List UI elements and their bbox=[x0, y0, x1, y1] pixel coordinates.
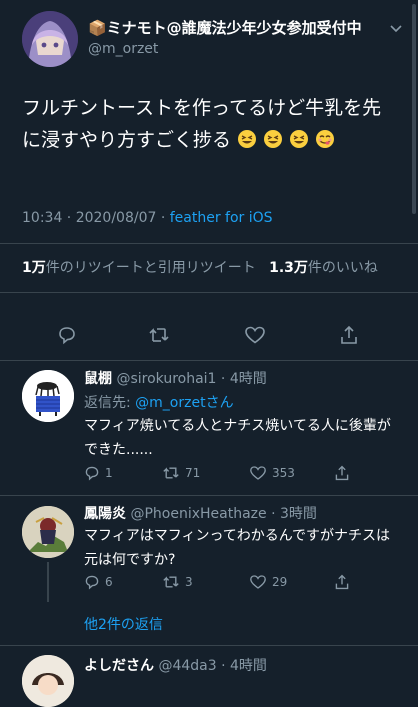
scrollbar[interactable] bbox=[412, 4, 416, 214]
reply-author-name[interactable]: 鳳陽炎 bbox=[84, 506, 126, 522]
reply-to-line: 返信先: @m_orzetさん bbox=[84, 392, 234, 412]
divider bbox=[0, 360, 418, 361]
tweet-actions bbox=[0, 318, 418, 352]
reply-reply-count: 6 bbox=[105, 575, 113, 589]
reply-author-line: 鳳陽炎 @PhoenixHeathaze · 3時間 bbox=[84, 503, 317, 523]
grinning-squint-emoji-icon bbox=[237, 129, 257, 151]
share-icon bbox=[335, 465, 349, 481]
like-stats[interactable]: 1.3万件のいいね bbox=[269, 260, 378, 276]
author-avatar[interactable] bbox=[22, 11, 78, 67]
client-link[interactable]: feather for iOS bbox=[170, 210, 273, 226]
retweet-button[interactable] bbox=[142, 318, 176, 352]
reply-like-button[interactable]: 353 bbox=[249, 465, 295, 481]
tweet-stats: 1万件のリツイートと引用リツイート 1.3万件のいいね bbox=[22, 257, 378, 277]
reply-author-name[interactable]: 鼠棚 bbox=[84, 371, 112, 387]
retweet-stats[interactable]: 1万件のリツイートと引用リツイート bbox=[22, 260, 256, 276]
reply-actions: 6 3 29 bbox=[84, 574, 384, 594]
reply-like-count: 29 bbox=[272, 575, 288, 589]
reply-like-button[interactable]: 29 bbox=[249, 574, 287, 590]
retweet-stats-label: 件のリツイートと引用リツイート bbox=[45, 260, 256, 276]
reply-icon bbox=[59, 327, 75, 345]
divider bbox=[0, 645, 418, 646]
author-handle[interactable]: @m_orzet bbox=[88, 41, 158, 57]
reply-reply-button[interactable]: 1 bbox=[84, 465, 113, 481]
tweet-text: フルチントーストを作ってるけど牛乳を先に浸すやり方すごく捗る bbox=[22, 92, 394, 156]
reply-to-label: 返信先: bbox=[84, 395, 136, 411]
reply-icon bbox=[85, 575, 99, 590]
reply-handle-time[interactable]: @PhoenixHeathaze · 3時間 bbox=[130, 506, 316, 522]
share-icon bbox=[341, 325, 357, 344]
reply-actions: 1 71 353 bbox=[84, 465, 384, 485]
tweet-meta: 10:34 · 2020/08/07 · feather for iOS bbox=[22, 210, 273, 226]
reply-retweet-count: 3 bbox=[185, 575, 193, 589]
heart-icon bbox=[250, 466, 266, 480]
divider bbox=[0, 243, 418, 244]
reply-share-button[interactable] bbox=[334, 574, 350, 590]
reply-button[interactable] bbox=[50, 318, 84, 352]
like-button[interactable] bbox=[238, 318, 272, 352]
reply-avatar[interactable] bbox=[22, 655, 74, 707]
author-name[interactable]: 📦ミナモト@誰魔法少年少女参加受付中 bbox=[88, 17, 362, 38]
like-count: 1.3万 bbox=[269, 260, 308, 276]
retweet-icon bbox=[163, 576, 179, 588]
heart-icon bbox=[245, 326, 265, 344]
retweet-count: 1万 bbox=[22, 260, 46, 276]
reply-author-name[interactable]: よしださん bbox=[84, 658, 154, 674]
reply-retweet-count: 71 bbox=[185, 466, 201, 480]
reply-avatar[interactable] bbox=[22, 370, 74, 422]
reply-reply-button[interactable]: 6 bbox=[84, 574, 113, 590]
reply-author-line: よしださん @44da3 · 4時間 bbox=[84, 655, 267, 675]
thread-line bbox=[47, 562, 49, 602]
heart-icon bbox=[250, 575, 266, 589]
reply-text: マフィアはマフィンってわかるんですがナチスは元は何ですか? bbox=[84, 528, 391, 568]
grinning-squint-emoji-icon bbox=[289, 129, 309, 151]
tweet-timestamp[interactable]: 10:34 · 2020/08/07 · bbox=[22, 210, 170, 226]
reply-avatar[interactable] bbox=[22, 506, 74, 558]
reply-to-handle[interactable]: @m_orzetさん bbox=[135, 395, 233, 411]
reply-reply-count: 1 bbox=[105, 466, 113, 480]
divider bbox=[0, 292, 418, 293]
retweet-icon bbox=[163, 467, 179, 479]
share-icon bbox=[335, 574, 349, 590]
like-stats-label: 件のいいね bbox=[307, 260, 378, 276]
reply-retweet-button[interactable]: 71 bbox=[162, 465, 200, 481]
reply-author-line: 鼠棚 @sirokurohai1 · 4時間 bbox=[84, 368, 267, 388]
share-button[interactable] bbox=[332, 318, 366, 352]
divider bbox=[0, 495, 418, 496]
grinning-squint-emoji-icon bbox=[263, 129, 283, 151]
reply-icon bbox=[85, 466, 99, 481]
reply-handle-time[interactable]: @sirokurohai1 · 4時間 bbox=[116, 371, 266, 387]
reply-text: マフィア焼いてる人とナチス焼いてる人に後輩ができた...... bbox=[84, 418, 391, 458]
reply-handle-time[interactable]: @44da3 · 4時間 bbox=[158, 658, 266, 674]
retweet-icon bbox=[149, 328, 169, 342]
reply-share-button[interactable] bbox=[334, 465, 350, 481]
reply-like-count: 353 bbox=[272, 466, 295, 480]
show-more-replies-link[interactable]: 他2件の返信 bbox=[84, 614, 163, 634]
chevron-down-icon[interactable] bbox=[390, 22, 402, 36]
reply-retweet-button[interactable]: 3 bbox=[162, 574, 193, 590]
yum-emoji-icon bbox=[315, 129, 335, 151]
